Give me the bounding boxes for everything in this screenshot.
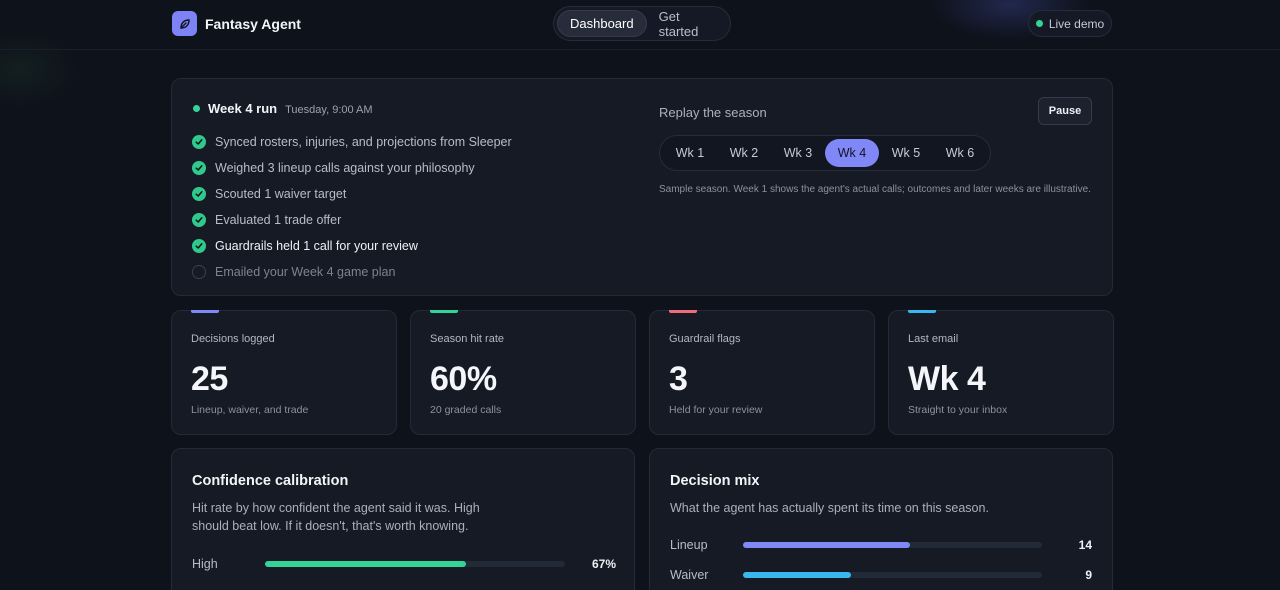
stat-value: 3 <box>669 360 688 398</box>
stat-label: Last email <box>908 333 959 345</box>
check-circle-icon <box>192 239 206 253</box>
tab-dashboard[interactable]: Dashboard <box>557 10 647 37</box>
run-status-dot-icon <box>193 105 200 112</box>
check-circle-icon <box>192 187 206 201</box>
panel-title: Decision mix <box>670 473 760 489</box>
week-button-3[interactable]: Wk 3 <box>771 139 825 167</box>
progress-fill <box>743 572 851 578</box>
progress-track <box>743 542 1042 548</box>
run-steps: Synced rosters, injuries, and projection… <box>192 129 512 285</box>
replay-note: Sample season. Week 1 shows the agent's … <box>659 184 1091 195</box>
step-item: Synced rosters, injuries, and projection… <box>192 129 512 155</box>
step-item: Guardrails held 1 call for your review <box>192 233 512 259</box>
step-label: Scouted 1 waiver target <box>215 187 347 201</box>
stat-card-guardrail: Guardrail flags 3 Held for your review <box>649 310 875 435</box>
step-item: Evaluated 1 trade offer <box>192 207 512 233</box>
stat-sub: 20 graded calls <box>430 404 502 416</box>
check-circle-icon <box>192 135 206 149</box>
mix-row-lineup: Lineup 14 <box>670 535 1094 555</box>
replay-label: Replay the season <box>659 105 767 120</box>
progress-track <box>743 572 1042 578</box>
week-button-4[interactable]: Wk 4 <box>825 139 879 167</box>
stat-sub: Straight to your inbox <box>908 404 1008 416</box>
stat-accent-bar <box>430 310 458 313</box>
decision-mix-card: Decision mix What the agent has actually… <box>649 448 1113 590</box>
step-item: Scouted 1 waiver target <box>192 181 512 207</box>
week-button-6[interactable]: Wk 6 <box>933 139 987 167</box>
top-bar: Fantasy Agent Dashboard Get started Live… <box>0 0 1280 50</box>
row-label: Waiver <box>670 568 709 582</box>
check-circle-icon <box>192 213 206 227</box>
stat-accent-bar <box>669 310 697 313</box>
stat-card-decisions: Decisions logged 25 Lineup, waiver, and … <box>171 310 397 435</box>
stat-sub: Held for your review <box>669 404 763 416</box>
step-item: Weighed 3 lineup calls against your phil… <box>192 155 512 181</box>
week-button-5[interactable]: Wk 5 <box>879 139 933 167</box>
progress-track <box>265 561 565 567</box>
stat-sub: Lineup, waiver, and trade <box>191 404 309 416</box>
stat-label: Guardrail flags <box>669 333 741 345</box>
check-circle-icon <box>192 161 206 175</box>
panel-description: What the agent has actually spent its ti… <box>670 501 989 515</box>
tab-get-started[interactable]: Get started <box>647 9 727 39</box>
stat-value: Wk 4 <box>908 360 986 398</box>
run-title: Week 4 run <box>208 101 278 116</box>
progress-fill <box>743 542 911 548</box>
step-label: Weighed 3 lineup calls against your phil… <box>215 161 475 175</box>
step-item: Emailed your Week 4 game plan <box>192 259 512 285</box>
pause-button[interactable]: Pause <box>1038 97 1092 125</box>
stat-card-hit-rate: Season hit rate 60% 20 graded calls <box>410 310 636 435</box>
row-value: 9 <box>1085 568 1092 582</box>
week-run-card: Week 4 run Tuesday, 9:00 AM Synced roste… <box>171 78 1113 296</box>
panel-title: Confidence calibration <box>192 473 349 489</box>
progress-fill <box>265 561 466 567</box>
panel-description: Hit rate by how confident the agent said… <box>192 501 480 533</box>
stat-label: Decisions logged <box>191 333 275 345</box>
run-time: Tuesday, 9:00 AM <box>285 104 373 116</box>
step-label: Guardrails held 1 call for your review <box>215 239 418 253</box>
leaf-logo-icon <box>172 11 197 36</box>
stat-value: 25 <box>191 360 228 398</box>
calibration-row: High 67% <box>192 554 616 574</box>
stat-value: 60% <box>430 360 497 398</box>
brand[interactable]: Fantasy Agent <box>172 11 301 36</box>
main-nav: Dashboard Get started <box>553 6 731 41</box>
row-value: 14 <box>1078 538 1092 552</box>
step-label: Emailed your Week 4 game plan <box>215 265 396 279</box>
stat-label: Season hit rate <box>430 333 504 345</box>
live-demo-badge[interactable]: Live demo <box>1028 10 1112 37</box>
confidence-calibration-card: Confidence calibration Hit rate by how c… <box>171 448 635 590</box>
stat-card-last-email: Last email Wk 4 Straight to your inbox <box>888 310 1114 435</box>
empty-circle-icon <box>192 265 206 279</box>
step-label: Synced rosters, injuries, and projection… <box>215 135 512 149</box>
stat-accent-bar <box>908 310 936 313</box>
row-label: Lineup <box>670 538 708 552</box>
step-label: Evaluated 1 trade offer <box>215 213 342 227</box>
mix-row-waiver: Waiver 9 <box>670 565 1094 585</box>
week-selector: Wk 1 Wk 2 Wk 3 Wk 4 Wk 5 Wk 6 <box>659 135 991 171</box>
row-value: 67% <box>591 557 616 571</box>
week-button-1[interactable]: Wk 1 <box>663 139 717 167</box>
row-label: High <box>192 557 218 571</box>
run-header: Week 4 run Tuesday, 9:00 AM <box>193 101 373 116</box>
live-demo-label: Live demo <box>1048 16 1105 31</box>
live-status-dot-icon <box>1035 20 1043 27</box>
stat-accent-bar <box>191 310 219 313</box>
week-button-2[interactable]: Wk 2 <box>717 139 771 167</box>
brand-name: Fantasy Agent <box>205 15 301 32</box>
